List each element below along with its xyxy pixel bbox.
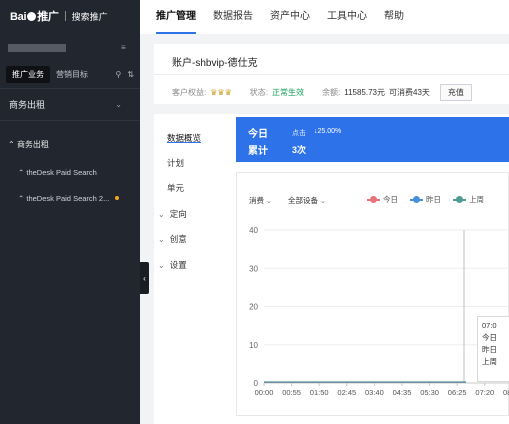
x-tick-label: 06:25 [448, 388, 467, 397]
x-tick-label: 05:30 [420, 388, 439, 397]
x-tick-label: 02:45 [337, 388, 356, 397]
x-tick-label: 08:15 [503, 388, 509, 397]
y-tick-label: 30 [249, 264, 258, 273]
tooltip-time: 07:0 [482, 321, 497, 330]
y-tick-label: 0 [254, 379, 259, 388]
y-tick-label: 40 [249, 226, 258, 235]
tooltip-yesterday: 昨日 [482, 345, 497, 354]
y-tick-label: 20 [249, 303, 258, 312]
chart-tooltip: 07:0 今日 昨日 上周 [477, 316, 509, 382]
x-tick-label: 07:20 [475, 388, 494, 397]
x-tick-label: 00:55 [282, 388, 301, 397]
x-tick-label: 01:50 [310, 388, 329, 397]
trend-chart[interactable]: 0 10 20 30 40 00:00 00:55 01:50 02:45 03:40 04:35 0… [0, 0, 509, 424]
x-tick-label: 04:35 [393, 388, 412, 397]
x-tick-label: 03:40 [365, 388, 384, 397]
y-tick-label: 10 [249, 341, 258, 350]
tooltip-today: 今日 [482, 333, 497, 342]
x-tick-label: 00:00 [255, 388, 274, 397]
tooltip-last-week: 上周 [482, 357, 497, 366]
